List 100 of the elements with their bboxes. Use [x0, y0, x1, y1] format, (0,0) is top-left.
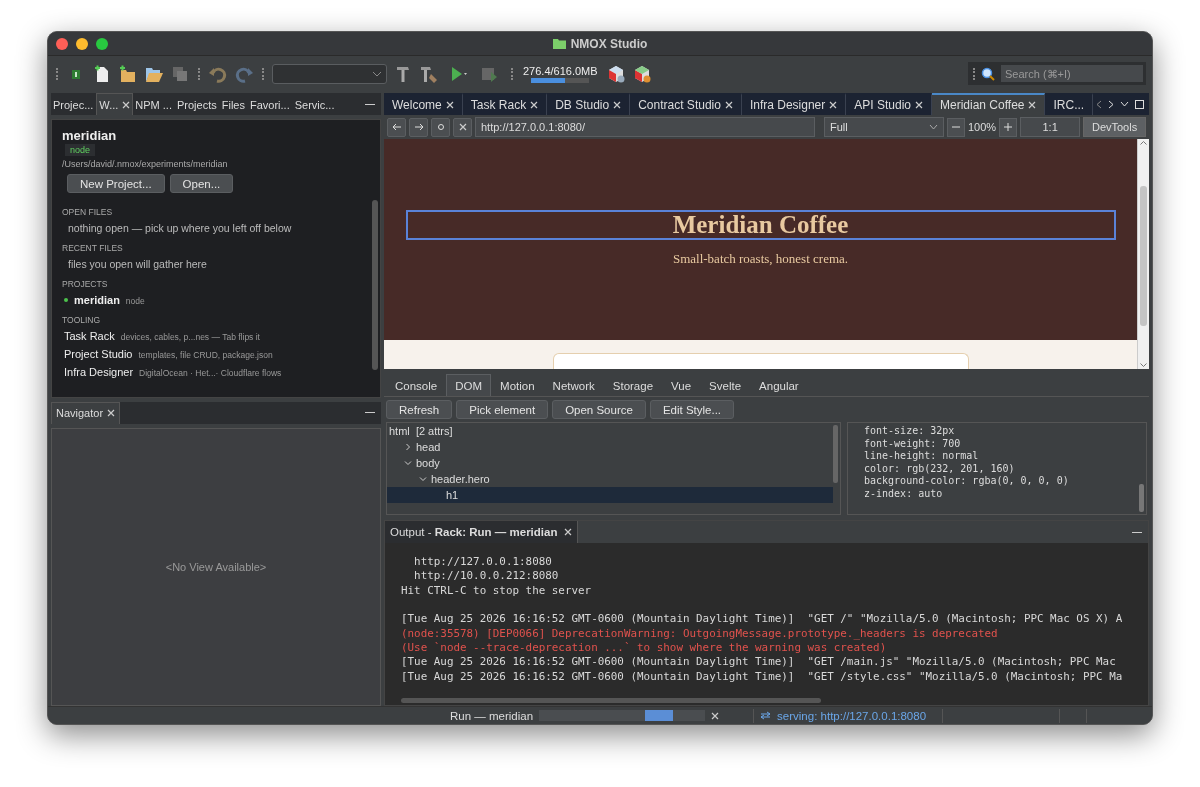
close-icon[interactable]	[107, 409, 116, 417]
url-field[interactable]: http://127.0.0.1:8080/	[475, 117, 815, 137]
panel-tab[interactable]: W...	[96, 93, 134, 115]
close-icon[interactable]	[613, 101, 622, 109]
reload-button[interactable]	[431, 117, 450, 137]
panel-tab[interactable]: Projects	[175, 93, 220, 115]
tool-link[interactable]: Project Studio	[64, 348, 133, 360]
panel-tab[interactable]: Favori...	[247, 93, 293, 115]
devtools-tab[interactable]: DOM	[446, 374, 492, 396]
devtools-tab[interactable]: Console	[386, 374, 447, 396]
close-icon[interactable]	[915, 101, 923, 109]
devtools-button[interactable]: Edit Style...	[649, 400, 735, 419]
memory-reading: 276.4/616.0MB	[523, 64, 598, 78]
devtools-tab[interactable]: Network	[543, 374, 604, 396]
search-icon[interactable]	[981, 66, 997, 81]
panel-tab[interactable]: Navigator	[51, 401, 121, 424]
task-label: Run — meridian	[450, 709, 534, 722]
new-folder-icon[interactable]	[118, 63, 138, 84]
actual-size-button[interactable]: 1:1	[1020, 117, 1081, 137]
style-declaration: background-color: rgba(0, 0, 0, 0)	[864, 475, 1070, 488]
style-declaration: color: rgb(232, 201, 160)	[864, 462, 1016, 475]
search-field[interactable]: Search (⌘+I)	[1001, 65, 1143, 82]
devtools-button[interactable]: Refresh	[386, 400, 453, 419]
tree-node[interactable]: html [2 attrs]	[387, 423, 833, 439]
devtools-button[interactable]: Open Source	[552, 400, 646, 419]
welcome-button[interactable]: New Project...	[67, 174, 165, 193]
arrow-right-icon	[413, 123, 424, 131]
minimize-button[interactable]	[76, 37, 88, 50]
close-icon[interactable]	[530, 101, 539, 109]
tree-node[interactable]: h1	[387, 487, 833, 503]
section-heading: PROJECTS	[62, 279, 108, 289]
zoom-in-button[interactable]	[999, 117, 1018, 137]
log-line: [Tue Aug 25 2026 16:16:52 GMT-0600 (Mountain Daylight Time)] "GET /style.css" "Mozilla/5.0 (Macintosh; PPC Ma	[401, 669, 1123, 685]
zoom-out-button[interactable]	[947, 117, 965, 137]
close-icon[interactable]	[564, 528, 573, 536]
editor-tab[interactable]: Meridian Coffee	[932, 93, 1046, 115]
welcome-button[interactable]: Open...	[169, 174, 234, 193]
tool-link[interactable]: Task Rack	[64, 330, 115, 342]
minimize-icon[interactable]	[365, 103, 375, 105]
close-icon[interactable]	[122, 100, 131, 109]
plus-icon	[1004, 123, 1013, 131]
project-link[interactable]: meridian	[74, 294, 120, 306]
memory-indicator[interactable]: 276.4/616.0MB	[521, 64, 600, 83]
tree-node[interactable]: head	[387, 439, 833, 455]
serving-link[interactable]: serving: http://127.0.0.1:8080	[777, 709, 927, 722]
chevron-down-icon	[372, 70, 382, 77]
project-title: meridian	[62, 128, 117, 143]
close-icon[interactable]	[445, 101, 454, 109]
chevron-up-icon[interactable]	[1140, 141, 1147, 145]
close-icon[interactable]	[829, 101, 838, 109]
style-declaration: line-height: normal	[864, 450, 980, 463]
scrollbar-thumb[interactable]	[372, 200, 378, 370]
minus-icon	[952, 126, 960, 128]
node-label: h1	[446, 489, 459, 501]
output-tab[interactable]: Output - Rack: Run — meridian	[385, 521, 579, 543]
item-detail: devices, cables, p...nes — Tab flips it	[120, 332, 260, 342]
circle-icon	[436, 123, 445, 131]
item-detail: node	[125, 296, 145, 306]
devtools-tab[interactable]: Angular	[750, 374, 808, 396]
project-type-tag: node	[65, 144, 96, 156]
devtools-tab[interactable]: Storage	[603, 374, 663, 396]
scrollbar-thumb[interactable]	[1139, 484, 1144, 512]
devtools-tab[interactable]: Vue	[662, 374, 701, 396]
devtools-button[interactable]: Pick element	[456, 400, 549, 419]
panel-tab[interactable]: Servic...	[292, 93, 338, 115]
back-button[interactable]	[387, 117, 406, 137]
devtools-tab[interactable]: Svelte	[700, 374, 751, 396]
chevron-right-icon[interactable]	[1108, 99, 1114, 109]
viewport-dropdown[interactable]: Full	[824, 117, 944, 137]
close-icon[interactable]	[724, 101, 733, 109]
panel-tab[interactable]: Files	[219, 93, 248, 115]
panel-tab[interactable]: Projec...	[51, 93, 97, 115]
project-path: /Users/david/.nmox/experiments/meridian	[62, 159, 228, 169]
style-declaration: font-weight: 700	[864, 437, 962, 450]
devtools-button[interactable]: DevTools	[1083, 117, 1146, 137]
minimize-icon[interactable]	[1132, 531, 1142, 533]
cancel-icon[interactable]	[711, 711, 720, 720]
close-button[interactable]	[56, 37, 68, 50]
chevron-left-icon[interactable]	[1096, 99, 1102, 109]
stop-button[interactable]	[453, 117, 472, 137]
item-detail: templates, file CRUD, package.json	[138, 350, 273, 360]
page-tagline: Small-batch roasts, honest crema.	[672, 251, 849, 267]
swap-arrows-icon	[760, 711, 772, 720]
close-icon[interactable]	[1028, 101, 1037, 109]
window-title: NMOX Studio	[570, 36, 648, 51]
scrollbar-thumb[interactable]	[833, 425, 838, 483]
node-label: head	[416, 441, 441, 453]
forward-button[interactable]	[409, 117, 428, 137]
panel-tab[interactable]: NPM ...	[133, 93, 175, 115]
zoom-level: 100%	[968, 121, 997, 133]
zoom-button[interactable]	[96, 37, 108, 50]
page-scrollbar[interactable]	[1137, 139, 1149, 369]
tree-node[interactable]: body	[387, 455, 833, 471]
tool-link[interactable]: Infra Designer	[64, 366, 134, 378]
scrollbar-thumb[interactable]	[401, 698, 821, 704]
devtools-tab[interactable]: Motion	[491, 374, 544, 396]
log-line: [Tue Aug 25 2026 16:16:52 GMT-0600 (Mountain Daylight Time)] "GET /" "Mozilla/5.0 (Macintosh; PPC Mac OS X) A	[401, 612, 1123, 627]
tree-node[interactable]: header.hero	[387, 471, 833, 487]
maximize-icon[interactable]	[1135, 99, 1144, 109]
log-line: http://10.0.0.212:8080	[413, 569, 559, 584]
